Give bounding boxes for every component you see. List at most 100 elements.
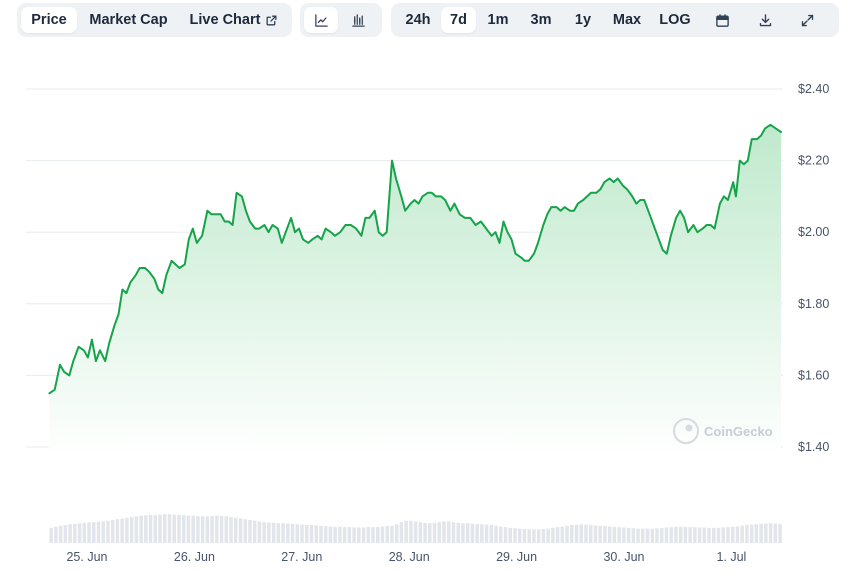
tab-market-cap[interactable]: Market Cap: [77, 7, 180, 33]
line-view-button[interactable]: [304, 7, 338, 33]
volume-bar: [655, 528, 659, 543]
volume-bar: [385, 526, 389, 543]
volume-bar: [399, 522, 404, 543]
volume-bar: [87, 522, 91, 543]
range-3m[interactable]: 3m: [520, 7, 562, 33]
range-7d-label: 7d: [450, 12, 467, 28]
volume-bar: [745, 525, 749, 543]
volume-bar: [380, 526, 385, 543]
tab-price-label: Price: [31, 12, 67, 28]
volume-bar: [158, 514, 162, 543]
volume-bar: [560, 526, 565, 543]
volume-bar: [446, 521, 451, 543]
volume-bar: [92, 522, 96, 543]
volume-bar: [134, 516, 139, 543]
volume-bar: [659, 527, 664, 543]
volume-bar: [536, 529, 541, 543]
volume-bar: [475, 523, 479, 543]
range-3m-label: 3m: [530, 12, 552, 28]
chart-view-toggle: [300, 3, 382, 37]
volume-bar: [77, 523, 82, 543]
volume-bar: [394, 524, 399, 543]
volume-bar: [286, 523, 290, 543]
volume-bar: [432, 522, 437, 543]
range-24h[interactable]: 24h: [395, 7, 441, 33]
volume-bar: [437, 522, 442, 543]
x-tick-label: 1. Jul: [716, 550, 746, 564]
volume-bar: [366, 527, 371, 543]
tab-live-chart[interactable]: Live Chart: [180, 7, 288, 33]
range-log-label: LOG: [659, 12, 691, 28]
volume-bar: [252, 520, 257, 543]
volume-bar: [693, 527, 697, 543]
range-24h-label: 24h: [405, 12, 431, 28]
volume-bar: [314, 525, 318, 543]
range-7d[interactable]: 7d: [441, 7, 476, 33]
volume-bar: [281, 523, 285, 543]
volume-bar: [484, 524, 489, 543]
volume-bar: [390, 525, 394, 543]
volume-bar: [257, 521, 262, 543]
volume-bar: [428, 523, 432, 543]
y-tick-label: $2.40: [798, 82, 829, 96]
volume-bar: [229, 517, 233, 543]
volume-bar: [764, 523, 768, 543]
volume-bar: [551, 527, 555, 543]
volume-bar: [115, 519, 120, 543]
volume-bar: [319, 525, 323, 543]
volume-bar: [726, 527, 730, 543]
time-range-tabs: 24h 7d 1m 3m 1y Max LOG: [391, 3, 839, 37]
volume-bars: [49, 514, 782, 543]
volume-bar: [508, 527, 513, 543]
volume-bar: [749, 524, 754, 543]
range-max[interactable]: Max: [604, 7, 650, 33]
calendar-button[interactable]: [700, 7, 744, 33]
chart-type-tabs: Price Market Cap Live Chart: [17, 3, 292, 37]
volume-bar: [144, 515, 148, 543]
volume-bar: [712, 527, 716, 543]
volume-bar: [527, 529, 531, 543]
tab-price[interactable]: Price: [21, 7, 77, 33]
price-chart[interactable]: $1.40 $1.60 $1.80 $2.00 $2.20 $2.40 25. Jun 26…: [0, 40, 857, 572]
range-log[interactable]: LOG: [650, 7, 700, 33]
download-button[interactable]: [744, 7, 786, 33]
volume-bar: [617, 527, 621, 543]
volume-bar: [210, 516, 214, 543]
x-tick-label: 26. Jun: [174, 550, 215, 564]
volume-bar: [205, 516, 210, 543]
volume-bar: [413, 521, 418, 543]
line-chart-icon: [314, 13, 329, 28]
volume-bar: [120, 518, 124, 543]
range-1m-label: 1m: [487, 12, 509, 28]
volume-bar: [678, 526, 683, 543]
candlestick-view-button[interactable]: [338, 7, 378, 33]
volume-bar: [517, 528, 522, 543]
watermark-text: CoinGecko: [704, 424, 773, 439]
volume-bar: [423, 522, 427, 543]
volume-bar: [110, 519, 115, 543]
tab-live-chart-label: Live Chart: [189, 12, 261, 28]
y-tick-label: $2.20: [798, 154, 829, 168]
volume-bar: [352, 527, 356, 543]
volume-bar: [328, 526, 333, 543]
volume-bar: [409, 520, 413, 543]
range-1y[interactable]: 1y: [562, 7, 604, 33]
volume-bar: [593, 525, 598, 543]
fullscreen-button[interactable]: [786, 7, 828, 33]
volume-bar: [371, 527, 375, 543]
volume-bar: [489, 525, 494, 543]
volume-bar: [375, 526, 380, 543]
range-1m[interactable]: 1m: [476, 7, 520, 33]
x-tick-label: 29. Jun: [496, 550, 537, 564]
volume-bar: [404, 520, 408, 543]
volume-bar: [669, 527, 673, 543]
volume-bar: [607, 526, 612, 543]
volume-bar: [224, 516, 229, 543]
volume-bar: [494, 525, 498, 543]
volume-bar: [200, 516, 205, 543]
volume-bar: [181, 515, 186, 543]
volume-bar: [177, 514, 181, 543]
volume-bar: [461, 523, 465, 543]
volume-bar: [631, 528, 636, 543]
volume-bar: [191, 515, 195, 543]
